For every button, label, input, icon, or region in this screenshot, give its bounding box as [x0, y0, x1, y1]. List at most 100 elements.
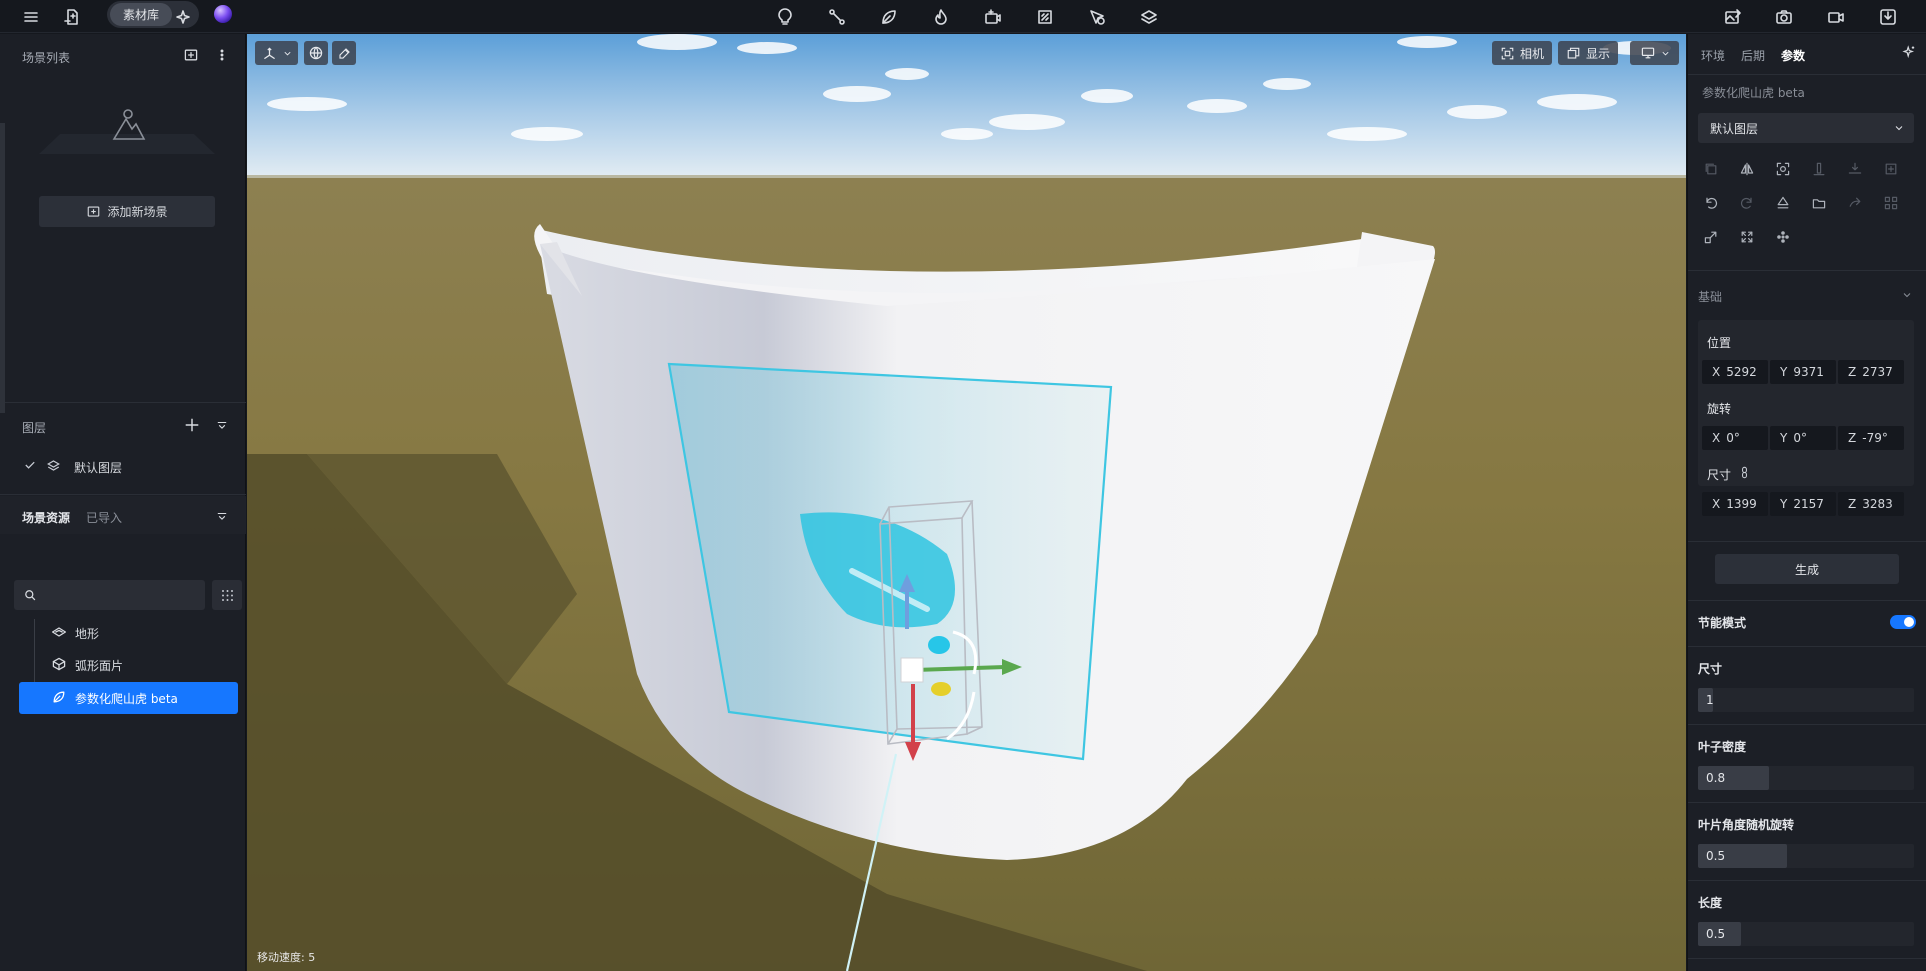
- add-scene-icon[interactable]: [183, 47, 199, 63]
- position-z-field[interactable]: Z 2737: [1838, 360, 1904, 384]
- divider: [1688, 600, 1926, 601]
- redo-icon[interactable]: [1844, 192, 1866, 214]
- scatter-icon[interactable]: [1772, 226, 1794, 248]
- undo-icon[interactable]: [1700, 192, 1722, 214]
- eyedropper-button[interactable]: [332, 41, 356, 65]
- refresh-icon[interactable]: [1736, 192, 1758, 214]
- add-layer-icon[interactable]: [183, 416, 201, 434]
- expand-icon[interactable]: [1736, 226, 1758, 248]
- menu-icon[interactable]: [20, 6, 42, 28]
- fire-icon[interactable]: [930, 6, 952, 28]
- leaf-icon[interactable]: [878, 6, 900, 28]
- divider: [1688, 958, 1926, 959]
- tab-post-processing[interactable]: 后期: [1741, 47, 1765, 64]
- layer-select[interactable]: 默认图层: [1698, 113, 1914, 143]
- tab-scene-assets[interactable]: 场景资源: [22, 509, 70, 526]
- display-icon: [1566, 46, 1581, 61]
- mirror-icon[interactable]: [1736, 158, 1758, 180]
- param-label: 长度: [1698, 896, 1723, 910]
- video-icon[interactable]: [1825, 6, 1847, 28]
- check-icon[interactable]: [23, 458, 37, 472]
- view-dropdown[interactable]: [1630, 41, 1679, 65]
- object-name: 参数化爬山虎 beta: [1702, 86, 1805, 100]
- save-icon[interactable]: [1877, 6, 1899, 28]
- layers-icon[interactable]: [1138, 6, 1160, 28]
- energy-mode-toggle[interactable]: [1890, 615, 1916, 629]
- default-layer-item[interactable]: 默认图层: [74, 459, 122, 476]
- group-icon[interactable]: [1880, 192, 1902, 214]
- position-x-field[interactable]: X 5292: [1702, 360, 1768, 384]
- world-space-button[interactable]: [304, 41, 328, 65]
- scale-icon[interactable]: [1700, 226, 1722, 248]
- transform-mode-dropdown[interactable]: [255, 41, 298, 65]
- rotation-label: 旋转: [1707, 402, 1732, 416]
- copy-icon[interactable]: [1700, 158, 1722, 180]
- import-file-icon[interactable]: [61, 6, 83, 28]
- camera-add-icon[interactable]: [982, 6, 1004, 28]
- size-x-field[interactable]: X 1399: [1702, 492, 1768, 516]
- size-y-field[interactable]: Y 2157: [1770, 492, 1836, 516]
- image-edit-icon[interactable]: [1722, 6, 1744, 28]
- param-slider[interactable]: 1: [1698, 688, 1914, 712]
- add-scene-label: 添加新场景: [107, 205, 168, 219]
- layers-title: 图层: [22, 421, 47, 435]
- ai-sparkle-icon[interactable]: [1901, 44, 1917, 60]
- focus-icon[interactable]: [1772, 158, 1794, 180]
- path-icon[interactable]: [826, 6, 848, 28]
- camera-button[interactable]: 相机: [1492, 41, 1552, 65]
- left-panel: 场景列表 添加新场景 图层 默认图层 场景资源 已导入 地形 弧形面片 参数化爬…: [0, 34, 246, 971]
- light-bulb-icon[interactable]: [774, 6, 796, 28]
- position-y-field[interactable]: Y 9371: [1770, 360, 1836, 384]
- ground-snap-icon[interactable]: [1844, 158, 1866, 180]
- ai-sparkle-icon[interactable]: [172, 6, 194, 28]
- tree-item-label: 参数化爬山虎 beta: [75, 691, 178, 706]
- divider: [1688, 541, 1926, 542]
- tree-item-terrain[interactable]: 地形: [19, 617, 238, 649]
- cube-icon: [51, 656, 69, 674]
- tree-item-curved-panel[interactable]: 弧形面片: [19, 649, 238, 681]
- param-slider[interactable]: 0.5: [1698, 844, 1914, 868]
- size-z-field[interactable]: Z 3283: [1838, 492, 1904, 516]
- param-label: 叶片角度随机旋转: [1698, 818, 1795, 832]
- camera-icon[interactable]: [1773, 6, 1795, 28]
- search-input[interactable]: [14, 580, 205, 610]
- chevron-down-icon: [1661, 49, 1670, 58]
- tree-item-parametric-ivy[interactable]: 参数化爬山虎 beta: [19, 682, 238, 714]
- scene-render: [247, 34, 1686, 971]
- rotation-x-field[interactable]: X 0°: [1702, 426, 1768, 450]
- display-button[interactable]: 显示: [1558, 41, 1618, 65]
- tab-environment[interactable]: 环境: [1701, 47, 1725, 64]
- collapse-assets-icon[interactable]: [215, 510, 229, 524]
- folder-icon[interactable]: [1808, 192, 1830, 214]
- more-options-icon[interactable]: [214, 47, 230, 63]
- basic-section-title: 基础: [1698, 290, 1723, 304]
- empty-scene-icon: [108, 105, 148, 145]
- param-label: 尺寸: [1698, 662, 1723, 676]
- grid-view-button[interactable]: [212, 580, 242, 610]
- add-box-icon[interactable]: [1880, 158, 1902, 180]
- globe-orb-icon[interactable]: [214, 5, 232, 23]
- library-button[interactable]: 素材库: [110, 3, 172, 26]
- search-icon: [23, 588, 37, 602]
- param-slider[interactable]: 0.8: [1698, 766, 1914, 790]
- move-speed-readout: 移动速度: 5: [257, 951, 316, 964]
- tab-parameters[interactable]: 参数: [1781, 47, 1805, 64]
- collapse-layers-icon[interactable]: [215, 419, 229, 433]
- param-slider[interactable]: 0.5: [1698, 922, 1914, 946]
- align-bottom-icon[interactable]: [1808, 158, 1830, 180]
- tab-imported[interactable]: 已导入: [86, 509, 122, 526]
- generate-button[interactable]: 生成: [1715, 554, 1899, 584]
- scrollbar[interactable]: [0, 123, 5, 413]
- 3d-viewport[interactable]: 相机 显示 移动速度: 5: [247, 34, 1686, 971]
- paint-icon[interactable]: [1772, 192, 1794, 214]
- display-label: 显示: [1585, 46, 1610, 61]
- rotation-y-field[interactable]: Y 0°: [1770, 426, 1836, 450]
- chevron-down-icon: [283, 49, 292, 58]
- rotation-z-field[interactable]: Z -79°: [1838, 426, 1904, 450]
- add-scene-button[interactable]: 添加新场景: [39, 196, 215, 227]
- chevron-down-icon[interactable]: [1902, 290, 1912, 300]
- cursor-add-icon[interactable]: [1086, 6, 1108, 28]
- size-label: 尺寸: [1707, 468, 1732, 482]
- panel-icon[interactable]: [1034, 6, 1056, 28]
- link-icon[interactable]: [1738, 466, 1751, 479]
